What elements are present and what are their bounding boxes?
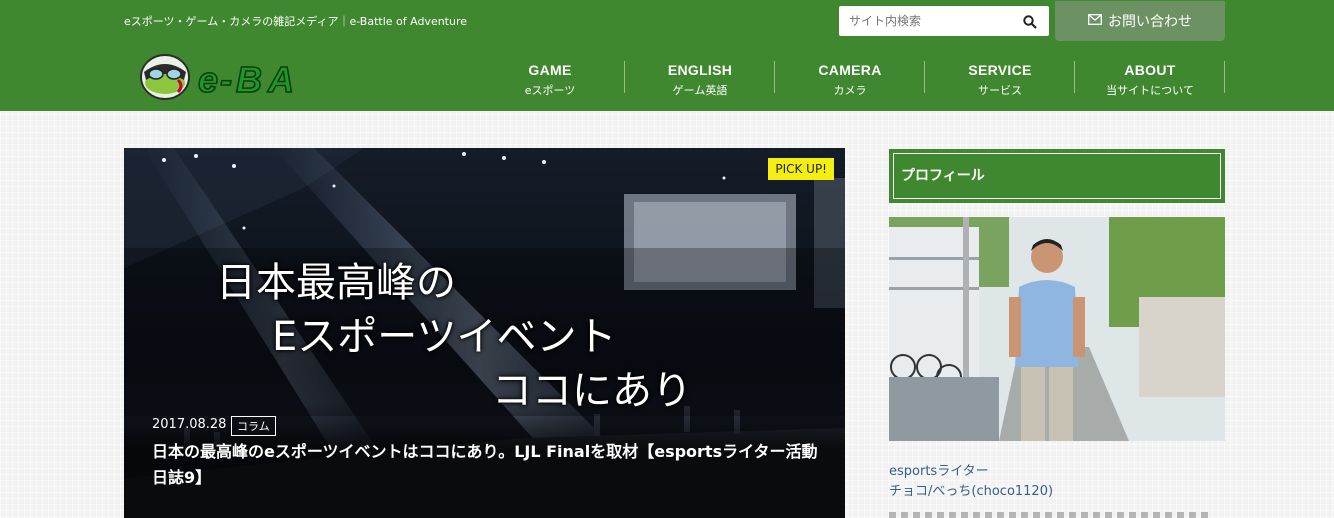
nav-item-service[interactable]: SERVICE サービス: [925, 56, 1075, 102]
article-title[interactable]: 日本の最高峰のeスポーツイベントはココにあり。LJL Finalを取材【espo…: [152, 439, 822, 491]
main-nav: GAME eスポーツ ENGLISH ゲーム英語 CAMERA カメラ SERV…: [475, 56, 1225, 102]
nav-item-game[interactable]: GAME eスポーツ: [475, 56, 625, 102]
nav-label-jp: カメラ: [833, 84, 867, 97]
nav-label-jp: eスポーツ: [524, 84, 576, 97]
nav-label-jp: サービス: [978, 84, 1022, 97]
nav-label-jp: ゲーム英語: [672, 84, 728, 97]
nav-label-en: SERVICE: [968, 62, 1032, 78]
search-input[interactable]: [839, 6, 1019, 36]
site-logo[interactable]: e - B A: [138, 50, 318, 102]
site-header: eスポーツ・ゲーム・カメラの雑記メディア｜e-Battle of Adventu…: [0, 0, 1334, 111]
profile-text-cutoff: [889, 510, 1225, 518]
nav-label-en: CAMERA: [818, 62, 882, 78]
featured-image-title: 日本最高峰の Eスポーツイベント ココにあり: [124, 248, 845, 416]
logo-text-b: B: [236, 59, 262, 100]
profile-role: esportsライター: [889, 464, 989, 479]
sidebar-profile-heading: プロフィール: [889, 149, 1225, 203]
contact-label: お問い合わせ: [1108, 14, 1192, 30]
mail-icon: [1088, 13, 1102, 29]
nav-label-en: GAME: [528, 62, 572, 78]
nav-label-en: ENGLISH: [667, 62, 733, 78]
nav-label-en: ABOUT: [1124, 62, 1176, 78]
pickup-badge: PICK UP!: [768, 158, 834, 180]
sidebar-heading-label: プロフィール: [901, 168, 985, 184]
logo-text-a: A: [267, 59, 294, 100]
logo-text-dash: -: [220, 59, 232, 100]
nav-label-jp: 当サイトについて: [1106, 84, 1194, 97]
site-tagline: eスポーツ・ゲーム・カメラの雑記メディア｜e-Battle of Adventu…: [124, 15, 468, 28]
overlay-line-2: Eスポーツイベント: [272, 314, 617, 360]
overlay-line-1: 日本最高峰の: [216, 260, 456, 306]
article-date: 2017.08.28: [152, 417, 227, 432]
nav-item-camera[interactable]: CAMERA カメラ: [775, 56, 925, 102]
search-box[interactable]: [839, 6, 1049, 36]
contact-button[interactable]: お問い合わせ: [1055, 1, 1225, 41]
logo-text-e: e: [198, 59, 218, 100]
profile-name[interactable]: チョコ/べっち(choco1120): [889, 480, 1053, 499]
search-icon[interactable]: [1023, 14, 1037, 33]
nav-item-english[interactable]: ENGLISH ゲーム英語: [625, 56, 775, 102]
nav-divider: [1224, 61, 1225, 93]
featured-article[interactable]: PICK UP! 日本最高峰の Eスポーツイベント ココにあり 2017.08.…: [124, 148, 845, 518]
profile-photo: [889, 217, 1225, 441]
nav-item-about[interactable]: ABOUT 当サイトについて: [1075, 56, 1225, 102]
category-tag[interactable]: コラム: [231, 416, 276, 436]
